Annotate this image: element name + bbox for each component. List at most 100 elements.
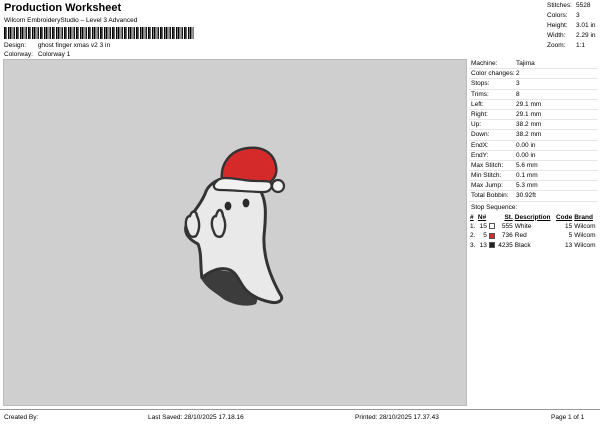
santa-hat-brim — [214, 178, 272, 192]
machine-info-label: Machine: — [471, 59, 497, 68]
machine-info-label: Max Jump: — [471, 181, 503, 190]
machine-info-value: 0.00 in — [516, 151, 536, 160]
stat-value: 2.29 in — [576, 31, 596, 41]
stop-sequence-row: 3.134235Black13Wilcom — [469, 241, 598, 251]
col-stitches: St. — [496, 213, 513, 222]
stop-number: 1. — [469, 222, 477, 232]
machine-info-value: 38.2 mm — [516, 120, 541, 129]
stop-swatch — [488, 222, 496, 232]
stop-swatch — [488, 231, 496, 241]
machine-info-row: Stops: 3 — [469, 79, 598, 89]
machine-info-value: 5.6 mm — [516, 161, 538, 170]
software-subtitle: Wilcom EmbroideryStudio – Level 3 Advanc… — [4, 17, 137, 24]
stop-description: Black — [514, 241, 554, 251]
stat-row: Colors: 3 — [544, 11, 599, 21]
stat-value: 3 — [576, 11, 580, 21]
stat-row: Width: 2.29 in — [544, 31, 599, 41]
footer-page: Page 1 of 1 — [551, 414, 584, 421]
stop-stitches: 4235 — [496, 241, 513, 251]
stat-value: 5528 — [576, 1, 590, 11]
machine-info-value: 0.1 mm — [516, 171, 538, 180]
stop-stitches: 555 — [496, 222, 513, 232]
machine-info-value: 0.00 in — [516, 141, 536, 150]
machine-info-label: Right: — [471, 110, 488, 119]
machine-info-value: 30.92ft — [516, 191, 536, 200]
footer: Created By: Last Saved: 28/10/2025 17.18… — [0, 409, 600, 425]
machine-info-row: Left: 29.1 mm — [469, 100, 598, 110]
stop-code: 15 — [554, 222, 573, 232]
color-swatch-icon — [489, 233, 495, 239]
stat-label: Width: — [547, 31, 565, 41]
stop-stitches: 736 — [496, 231, 513, 241]
col-brand: Brand — [573, 213, 598, 222]
machine-info-value: 3 — [516, 79, 520, 88]
stop-brand: Wilcom — [573, 241, 598, 251]
machine-info-value: 5.3 mm — [516, 181, 538, 190]
stat-value: 3.01 in — [576, 21, 596, 31]
stop-sequence-header-row: # N# St. Description Code Brand — [469, 213, 598, 222]
ghost-left-eye — [225, 202, 232, 211]
machine-info-row: EndX: 0.00 in — [469, 141, 598, 151]
machine-info-value: 8 — [516, 90, 520, 99]
machine-info-row: EndY: 0.00 in — [469, 151, 598, 161]
footer-created-by: Created By: — [4, 414, 38, 421]
stop-needle: 5 — [477, 231, 488, 241]
colorway-label: Colorway: — [4, 51, 36, 58]
stop-code: 5 — [554, 231, 573, 241]
machine-info-row: Color changes:2 — [469, 69, 598, 79]
machine-info-value: 38.2 mm — [516, 130, 541, 139]
stop-swatch — [488, 241, 496, 251]
stat-label: Height: — [547, 21, 568, 31]
barcode — [4, 27, 194, 39]
machine-info-row: Up: 38.2 mm — [469, 120, 598, 130]
color-swatch-icon — [489, 242, 495, 248]
col-number: # — [469, 213, 477, 222]
machine-info-label: Up: — [471, 120, 481, 129]
stat-value: 1:1 — [576, 41, 585, 51]
stop-sequence-row: 1.15555White15Wilcom — [469, 222, 598, 232]
machine-info-row: Max Stitch:5.6 mm — [469, 161, 598, 171]
machine-info-value: 29.1 mm — [516, 100, 541, 109]
machine-info-row: Max Jump: 5.3 mm — [469, 181, 598, 191]
stat-row: Stitches: 5528 — [544, 1, 599, 11]
stat-label: Stitches: — [547, 1, 572, 11]
stop-number: 3. — [469, 241, 477, 251]
stop-number: 2. — [469, 231, 477, 241]
ghost-right-eye — [243, 199, 250, 208]
stop-sequence-title: Stop Sequence: — [469, 203, 598, 213]
design-value: ghost finger xmas v2 3 in — [38, 42, 110, 49]
footer-last-saved: Last Saved: 28/10/2025 17.18.16 — [148, 414, 244, 421]
machine-info-row: Right: 29.1 mm — [469, 110, 598, 120]
machine-info-label: Left: — [471, 100, 484, 109]
machine-info-value: Tajima — [516, 59, 535, 68]
machine-info-label: Min Stitch: — [471, 171, 501, 180]
stat-row: Zoom:1:1 — [544, 41, 599, 51]
stat-label: Colors: — [547, 11, 568, 21]
stop-sequence-table: # N# St. Description Code Brand 1.15555W… — [469, 213, 598, 251]
stop-description: Red — [514, 231, 554, 241]
ghost-embroidery-design — [160, 136, 310, 312]
machine-info-row: Machine: Tajima — [469, 59, 598, 69]
stop-needle: 13 — [477, 241, 488, 251]
machine-info-label: Color changes: — [471, 69, 515, 78]
machine-info-label: EndY: — [471, 151, 488, 160]
machine-info-label: Total Bobbin: — [471, 191, 509, 200]
machine-info-rows: Machine:TajimaColor changes:2Stops:3Trim… — [469, 59, 598, 202]
page-title: Production Worksheet — [4, 2, 121, 14]
col-needle: N# — [477, 213, 488, 222]
stop-needle: 15 — [477, 222, 488, 232]
colorway-row: Colorway: Colorway 1 — [4, 51, 70, 58]
stop-code: 13 — [554, 241, 573, 251]
stop-brand: Wilcom — [573, 231, 598, 241]
machine-info-panel: Machine:TajimaColor changes:2Stops:3Trim… — [469, 59, 598, 250]
stop-sequence-row: 2.5736Red5Wilcom — [469, 231, 598, 241]
machine-info-label: Trims: — [471, 90, 489, 99]
stop-description: White — [514, 222, 554, 232]
machine-info-label: EndX: — [471, 141, 489, 150]
machine-info-value: 29.1 mm — [516, 110, 541, 119]
footer-printed: Printed: 28/10/2025 17.37.43 — [355, 414, 439, 421]
machine-info-label: Stops: — [471, 79, 489, 88]
machine-info-value: 2 — [516, 69, 520, 78]
design-row: Design: ghost finger xmas v2 3 in — [4, 42, 110, 49]
design-label: Design: — [4, 42, 36, 49]
